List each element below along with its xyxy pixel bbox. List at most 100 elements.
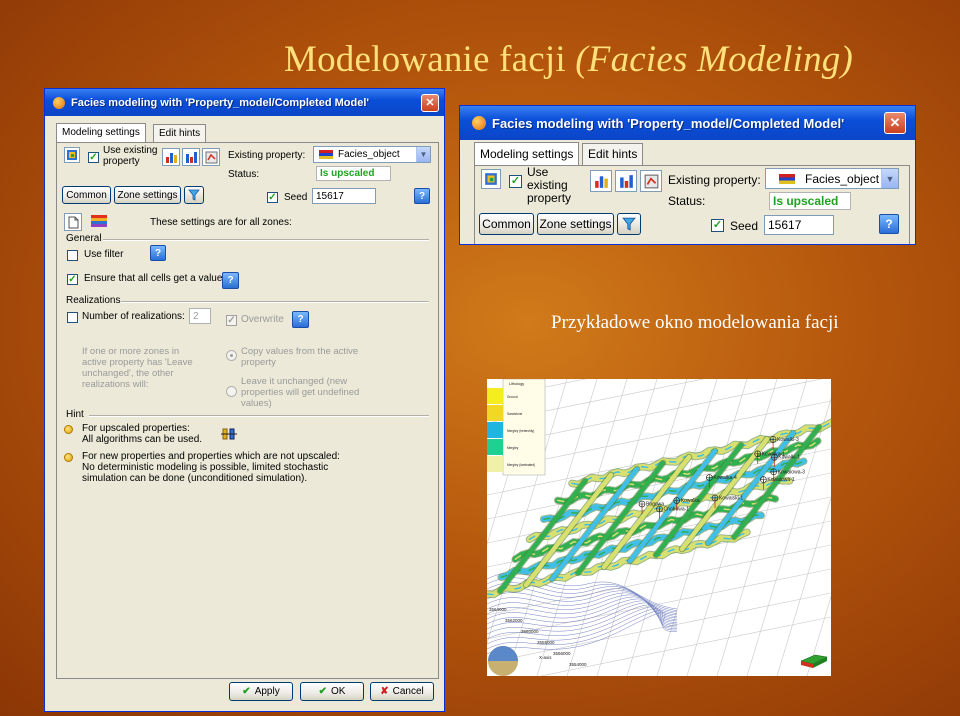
axis-label: X-axis bbox=[539, 655, 552, 660]
use-filter-checkbox[interactable] bbox=[67, 250, 78, 261]
seed-input[interactable]: 15617 bbox=[312, 188, 376, 204]
status-value: Is upscaled bbox=[769, 192, 851, 210]
model-canvas: Lithology Ground Sandstone Mergley (heterol… bbox=[487, 379, 831, 676]
legend-label: Ground bbox=[507, 395, 518, 399]
hint-bullet-icon bbox=[64, 453, 73, 462]
use-filter-label: Use filter bbox=[84, 249, 124, 260]
axis-tick-label: 3556000 bbox=[553, 651, 571, 656]
legend-swatch bbox=[487, 405, 503, 421]
seed-label: Seed bbox=[730, 219, 759, 233]
legend-title: Lithology bbox=[509, 382, 524, 386]
realizations-header: Realizations bbox=[66, 295, 121, 306]
template-icon-button[interactable] bbox=[481, 169, 501, 189]
ensure-help-button[interactable]: ? bbox=[222, 272, 239, 289]
well-label: Kowalki-1 bbox=[778, 455, 800, 461]
bar-chart-icon-button[interactable] bbox=[182, 148, 200, 166]
seed-checkbox[interactable]: ✓ bbox=[267, 192, 278, 203]
tab-edit-hints[interactable]: Edit hints bbox=[153, 124, 207, 142]
well-label: Kowalski-1 bbox=[719, 496, 743, 502]
overwrite-checkbox[interactable]: ✓ bbox=[226, 315, 237, 326]
caption: Przykładowe okno modelowania facji bbox=[551, 312, 839, 333]
close-icon[interactable]: ✕ bbox=[421, 93, 439, 112]
existing-property-value: Facies_object bbox=[805, 171, 880, 186]
histogram-icon-button[interactable] bbox=[590, 170, 612, 192]
ensure-values-checkbox[interactable]: ✓ bbox=[67, 274, 78, 285]
cancel-button[interactable]: ✘ Cancel bbox=[370, 682, 434, 701]
chevron-down-icon[interactable]: ▼ bbox=[881, 169, 898, 188]
grid-line bbox=[716, 379, 808, 676]
zoomed-titlebar[interactable]: Facies modeling with 'Property_model/Com… bbox=[460, 106, 915, 140]
use-existing-checkbox[interactable]: ✓ bbox=[88, 152, 99, 163]
zone-settings-button[interactable]: Zone settings bbox=[537, 213, 614, 235]
zoomed-tab-modeling-settings[interactable]: Modeling settings bbox=[474, 142, 580, 166]
hint-separator bbox=[89, 415, 429, 417]
legend-label: Mergley bbox=[507, 446, 519, 450]
histogram-icon-button[interactable] bbox=[162, 148, 180, 166]
zoomed-tab-edit-hints[interactable]: Edit hints bbox=[582, 143, 644, 165]
bar-chart-icon-button[interactable] bbox=[615, 170, 637, 192]
template-icon-button[interactable] bbox=[64, 147, 80, 163]
zoomed-title: Facies modeling with 'Property_model/Com… bbox=[492, 115, 845, 131]
settings-icon-button[interactable] bbox=[640, 170, 662, 192]
status-label: Status: bbox=[668, 194, 706, 208]
tab-modeling-settings[interactable]: Modeling settings bbox=[56, 123, 146, 143]
use-existing-checkbox[interactable]: ✓ bbox=[509, 175, 522, 188]
contour-line bbox=[487, 594, 678, 619]
facies-icon bbox=[319, 150, 333, 159]
facies-3d-model-view[interactable]: Lithology Ground Sandstone Mergley (heterol… bbox=[487, 379, 831, 676]
apply-button[interactable]: ✔ Apply bbox=[229, 682, 293, 701]
axis-tick-label: 3558000 bbox=[537, 640, 555, 645]
status-label: Status: bbox=[228, 169, 260, 180]
zone-settings-button[interactable]: Zone settings bbox=[114, 186, 181, 204]
apply-label: Apply bbox=[254, 686, 280, 697]
filter-help-button[interactable]: ? bbox=[150, 245, 166, 261]
checkmark-icon: ✔ bbox=[318, 686, 327, 697]
well-label: Chobowa-1 bbox=[664, 507, 690, 513]
overwrite-help-button[interactable]: ? bbox=[292, 311, 309, 328]
general-header: General bbox=[66, 233, 102, 244]
seed-checkbox[interactable]: ✓ bbox=[711, 219, 724, 232]
legend-swatch bbox=[487, 388, 503, 404]
realizations-separator bbox=[121, 301, 429, 303]
legend-label: Sandstone bbox=[507, 412, 522, 416]
all-zones-text: These settings are for all zones: bbox=[150, 217, 292, 228]
leave-unchanged-radio[interactable] bbox=[226, 386, 237, 397]
common-button[interactable]: Common bbox=[62, 186, 111, 204]
well-label: Kowalowa-1 bbox=[767, 477, 794, 483]
existing-property-select[interactable]: Facies_object ▼ bbox=[313, 146, 431, 163]
dialog-titlebar[interactable]: Facies modeling with 'Property_model/Com… bbox=[45, 89, 444, 116]
settings-icon-button[interactable] bbox=[202, 148, 220, 166]
ok-label: OK bbox=[330, 686, 346, 697]
seed-help-button[interactable]: ? bbox=[414, 188, 430, 204]
zone-stack-icon bbox=[89, 213, 109, 234]
ok-button[interactable]: ✔ OK bbox=[300, 682, 364, 701]
common-button[interactable]: Common bbox=[479, 213, 534, 235]
seed-input[interactable]: 15617 bbox=[764, 215, 834, 235]
well-label: Kowalka-4 bbox=[713, 475, 737, 481]
existing-property-label: Existing property: bbox=[228, 150, 306, 161]
hint-upscaled-text: For upscaled properties: All algorithms … bbox=[82, 423, 203, 445]
x-icon: ✘ bbox=[380, 686, 389, 697]
app-icon bbox=[53, 96, 65, 109]
compass-arrow-icon bbox=[800, 654, 828, 668]
facies-modeling-dialog: Facies modeling with 'Property_model/Com… bbox=[44, 88, 445, 712]
well-label: Kowalka bbox=[681, 498, 700, 504]
hint-new-properties-text: For new properties and properties which … bbox=[82, 451, 340, 484]
num-realizations-input[interactable]: 2 bbox=[189, 308, 211, 324]
zoomed-dialog-crop: Facies modeling with 'Property_model/Com… bbox=[459, 105, 916, 245]
legend-label: Mergley (laminated) bbox=[507, 463, 535, 467]
axis-tick-label: 3560000 bbox=[521, 629, 539, 634]
axis-tick-label: 3564000 bbox=[489, 607, 507, 612]
copy-values-radio[interactable] bbox=[226, 350, 237, 361]
chevron-down-icon[interactable]: ▼ bbox=[416, 147, 430, 162]
orientation-sphere-icon[interactable] bbox=[488, 646, 518, 676]
page-icon-button[interactable] bbox=[64, 213, 82, 231]
filter-icon-button[interactable] bbox=[617, 213, 641, 235]
filter-icon-button[interactable] bbox=[184, 186, 204, 204]
close-icon[interactable]: ✕ bbox=[884, 112, 906, 134]
existing-property-select[interactable]: Facies_object ▼ bbox=[765, 168, 899, 189]
seed-help-button[interactable]: ? bbox=[879, 214, 899, 234]
num-realizations-label: Number of realizations: bbox=[82, 311, 185, 322]
seed-label: Seed bbox=[284, 192, 308, 203]
num-realizations-checkbox[interactable] bbox=[67, 312, 78, 323]
